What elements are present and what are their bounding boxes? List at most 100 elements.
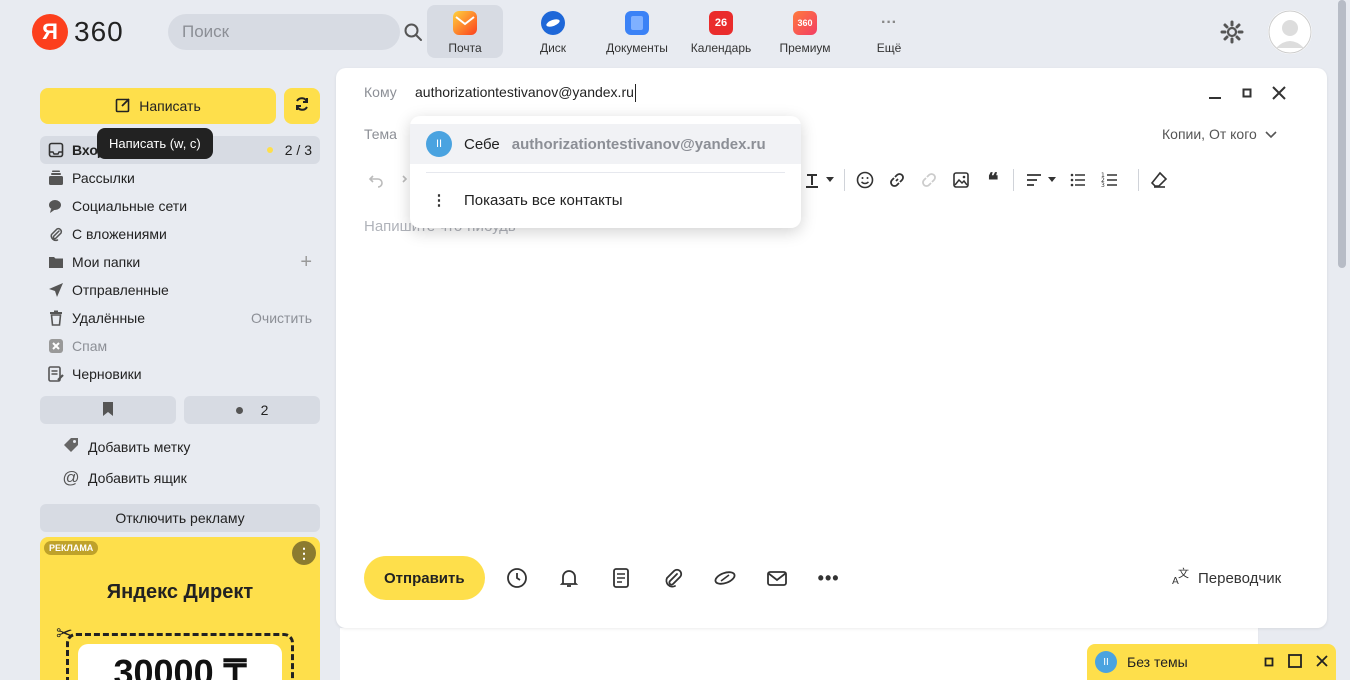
sidebar-item-trash[interactable]: Удалённые Очистить <box>40 304 320 332</box>
translate-icon: A文 <box>1172 566 1192 590</box>
add-label-link[interactable]: Добавить метку <box>62 436 190 457</box>
sidebar-item-drafts[interactable]: Черновики <box>40 360 320 388</box>
link-icon[interactable] <box>885 168 909 192</box>
services-bar: Почта Диск Документы 26 Календарь 360 Пр… <box>427 5 931 58</box>
translator-label: Переводчик <box>1198 569 1282 587</box>
close-icon[interactable] <box>1270 84 1288 102</box>
unread-chip[interactable]: 2 <box>184 396 320 424</box>
chevron-down-icon[interactable] <box>1046 168 1058 192</box>
service-mail-label: Почта <box>448 41 482 55</box>
service-disk[interactable]: Диск <box>511 5 595 58</box>
compose-button[interactable]: Написать <box>40 88 276 124</box>
yandex-360-logo[interactable]: Я 360 <box>32 14 124 50</box>
service-documents-label: Документы <box>606 41 668 55</box>
numbered-list-icon[interactable]: 123 <box>1098 168 1122 192</box>
schedule-clock-icon[interactable] <box>503 564 531 592</box>
reminder-bell-icon[interactable] <box>555 564 583 592</box>
sidebar-item-my-folders[interactable]: Мои папки + <box>40 248 320 276</box>
sidebar-item-attachments[interactable]: С вложениями <box>40 220 320 248</box>
service-more[interactable]: ··· Ещё <box>847 5 931 58</box>
sidebar-item-label: Спам <box>72 338 108 354</box>
attach-paperclip-icon[interactable] <box>659 564 687 592</box>
bookmark-chip[interactable] <box>40 396 176 424</box>
add-mailbox-link[interactable]: @ Добавить ящик <box>62 468 187 488</box>
draft-close-icon[interactable] <box>1316 654 1328 670</box>
attach-from-disk-icon[interactable] <box>711 564 739 592</box>
draft-avatar: II <box>1095 651 1117 673</box>
refresh-button[interactable] <box>284 88 320 124</box>
clear-format-icon[interactable] <box>1147 168 1171 192</box>
suggestion-self-email: authorizationtestivanov@yandex.ru <box>511 135 766 153</box>
suggestion-self-label: Себе <box>464 135 500 153</box>
sidebar-item-newsletters[interactable]: Рассылки <box>40 164 320 192</box>
at-icon: @ <box>62 468 80 487</box>
sidebar-item-label: Социальные сети <box>72 198 188 214</box>
service-premium[interactable]: 360 Премиум <box>763 5 847 58</box>
attachment-icon <box>48 226 64 242</box>
kebab-icon: ⋮ <box>431 192 447 209</box>
image-icon[interactable] <box>949 168 973 192</box>
sidebar-item-label: С вложениями <box>72 226 167 242</box>
service-calendar-label: Календарь <box>690 41 752 55</box>
spam-icon <box>48 338 64 354</box>
user-avatar[interactable] <box>1268 10 1312 54</box>
chevron-down-icon <box>1265 126 1277 142</box>
folder-list: Входящие 2 / 3 Рассылки Социальные сети … <box>40 136 320 388</box>
sidebar-item-sent[interactable]: Отправленные <box>40 276 320 304</box>
draft-maximize-icon[interactable] <box>1288 653 1302 671</box>
minimized-draft-tab[interactable]: II Без темы <box>1087 644 1336 680</box>
ad-banner[interactable]: РЕКЛАМА ⋮ Яндекс Директ ✂ 30000 ₸ <box>40 537 320 680</box>
logo-letter: Я <box>32 14 68 50</box>
sidebar-item-spam[interactable]: Спам <box>40 332 320 360</box>
unread-chip-count: 2 <box>260 402 269 418</box>
sidebar-item-social[interactable]: Социальные сети <box>40 192 320 220</box>
service-disk-label: Диск <box>539 41 567 55</box>
show-all-contacts-label: Показать все контакты <box>464 191 623 209</box>
align-icon[interactable] <box>1022 168 1046 192</box>
service-calendar[interactable]: 26 Календарь <box>679 5 763 58</box>
search-input[interactable] <box>182 22 403 42</box>
disable-ads-button[interactable]: Отключить рекламу <box>40 504 320 532</box>
to-input[interactable]: authorizationtestivanov@yandex.ru <box>415 84 636 103</box>
settings-gear-icon[interactable] <box>1220 20 1244 44</box>
ad-menu-icon[interactable]: ⋮ <box>292 541 316 565</box>
more-icon: ··· <box>881 14 897 31</box>
add-folder-plus-icon[interactable]: + <box>300 251 312 274</box>
copies-from-toggle[interactable]: Копии, От кого <box>1162 126 1277 142</box>
search-icon[interactable] <box>403 22 423 42</box>
search-box[interactable] <box>168 14 422 50</box>
template-icon[interactable] <box>607 564 635 592</box>
service-more-label: Ещё <box>876 41 902 55</box>
ad-brand: Яндекс Директ <box>106 581 254 603</box>
undo-icon[interactable] <box>364 168 388 192</box>
bullet-list-icon[interactable] <box>1066 168 1090 192</box>
sidebar-item-label: Удалённые <box>72 310 146 326</box>
unlink-icon[interactable] <box>917 168 941 192</box>
service-documents[interactable]: Документы <box>595 5 679 58</box>
service-mail[interactable]: Почта <box>427 5 503 58</box>
more-options-icon[interactable]: ••• <box>815 564 843 592</box>
clear-trash-button[interactable]: Очистить <box>251 310 312 326</box>
page-scrollbar[interactable] <box>1338 0 1346 268</box>
text-color-icon[interactable] <box>800 168 824 192</box>
chevron-down-icon[interactable] <box>824 168 836 192</box>
redo-icon[interactable] <box>388 168 412 192</box>
minimize-icon[interactable] <box>1206 84 1224 102</box>
translator-button[interactable]: A文 Переводчик <box>1172 566 1281 590</box>
subject-input[interactable]: Тема <box>364 126 397 142</box>
text-caret <box>634 84 636 103</box>
svg-text:文: 文 <box>1178 566 1189 580</box>
emoji-icon[interactable] <box>853 168 877 192</box>
send-button[interactable]: Отправить <box>364 556 485 600</box>
service-premium-label: Премиум <box>779 41 831 55</box>
quote-icon[interactable]: ❝ <box>981 168 1005 192</box>
maximize-icon[interactable] <box>1238 84 1256 102</box>
envelope-icon[interactable] <box>763 564 791 592</box>
show-all-contacts[interactable]: ⋮ Показать все контакты <box>410 180 801 220</box>
svg-text:3: 3 <box>1101 182 1105 189</box>
unread-count: 2 / 3 <box>284 142 312 158</box>
suggestion-self[interactable]: II Себе authorizationtestivanov@yandex.r… <box>410 124 801 164</box>
sidebar-item-label: Мои папки <box>72 254 141 270</box>
draft-minimize-icon[interactable] <box>1264 654 1274 670</box>
add-mailbox-text: Добавить ящик <box>88 470 187 486</box>
